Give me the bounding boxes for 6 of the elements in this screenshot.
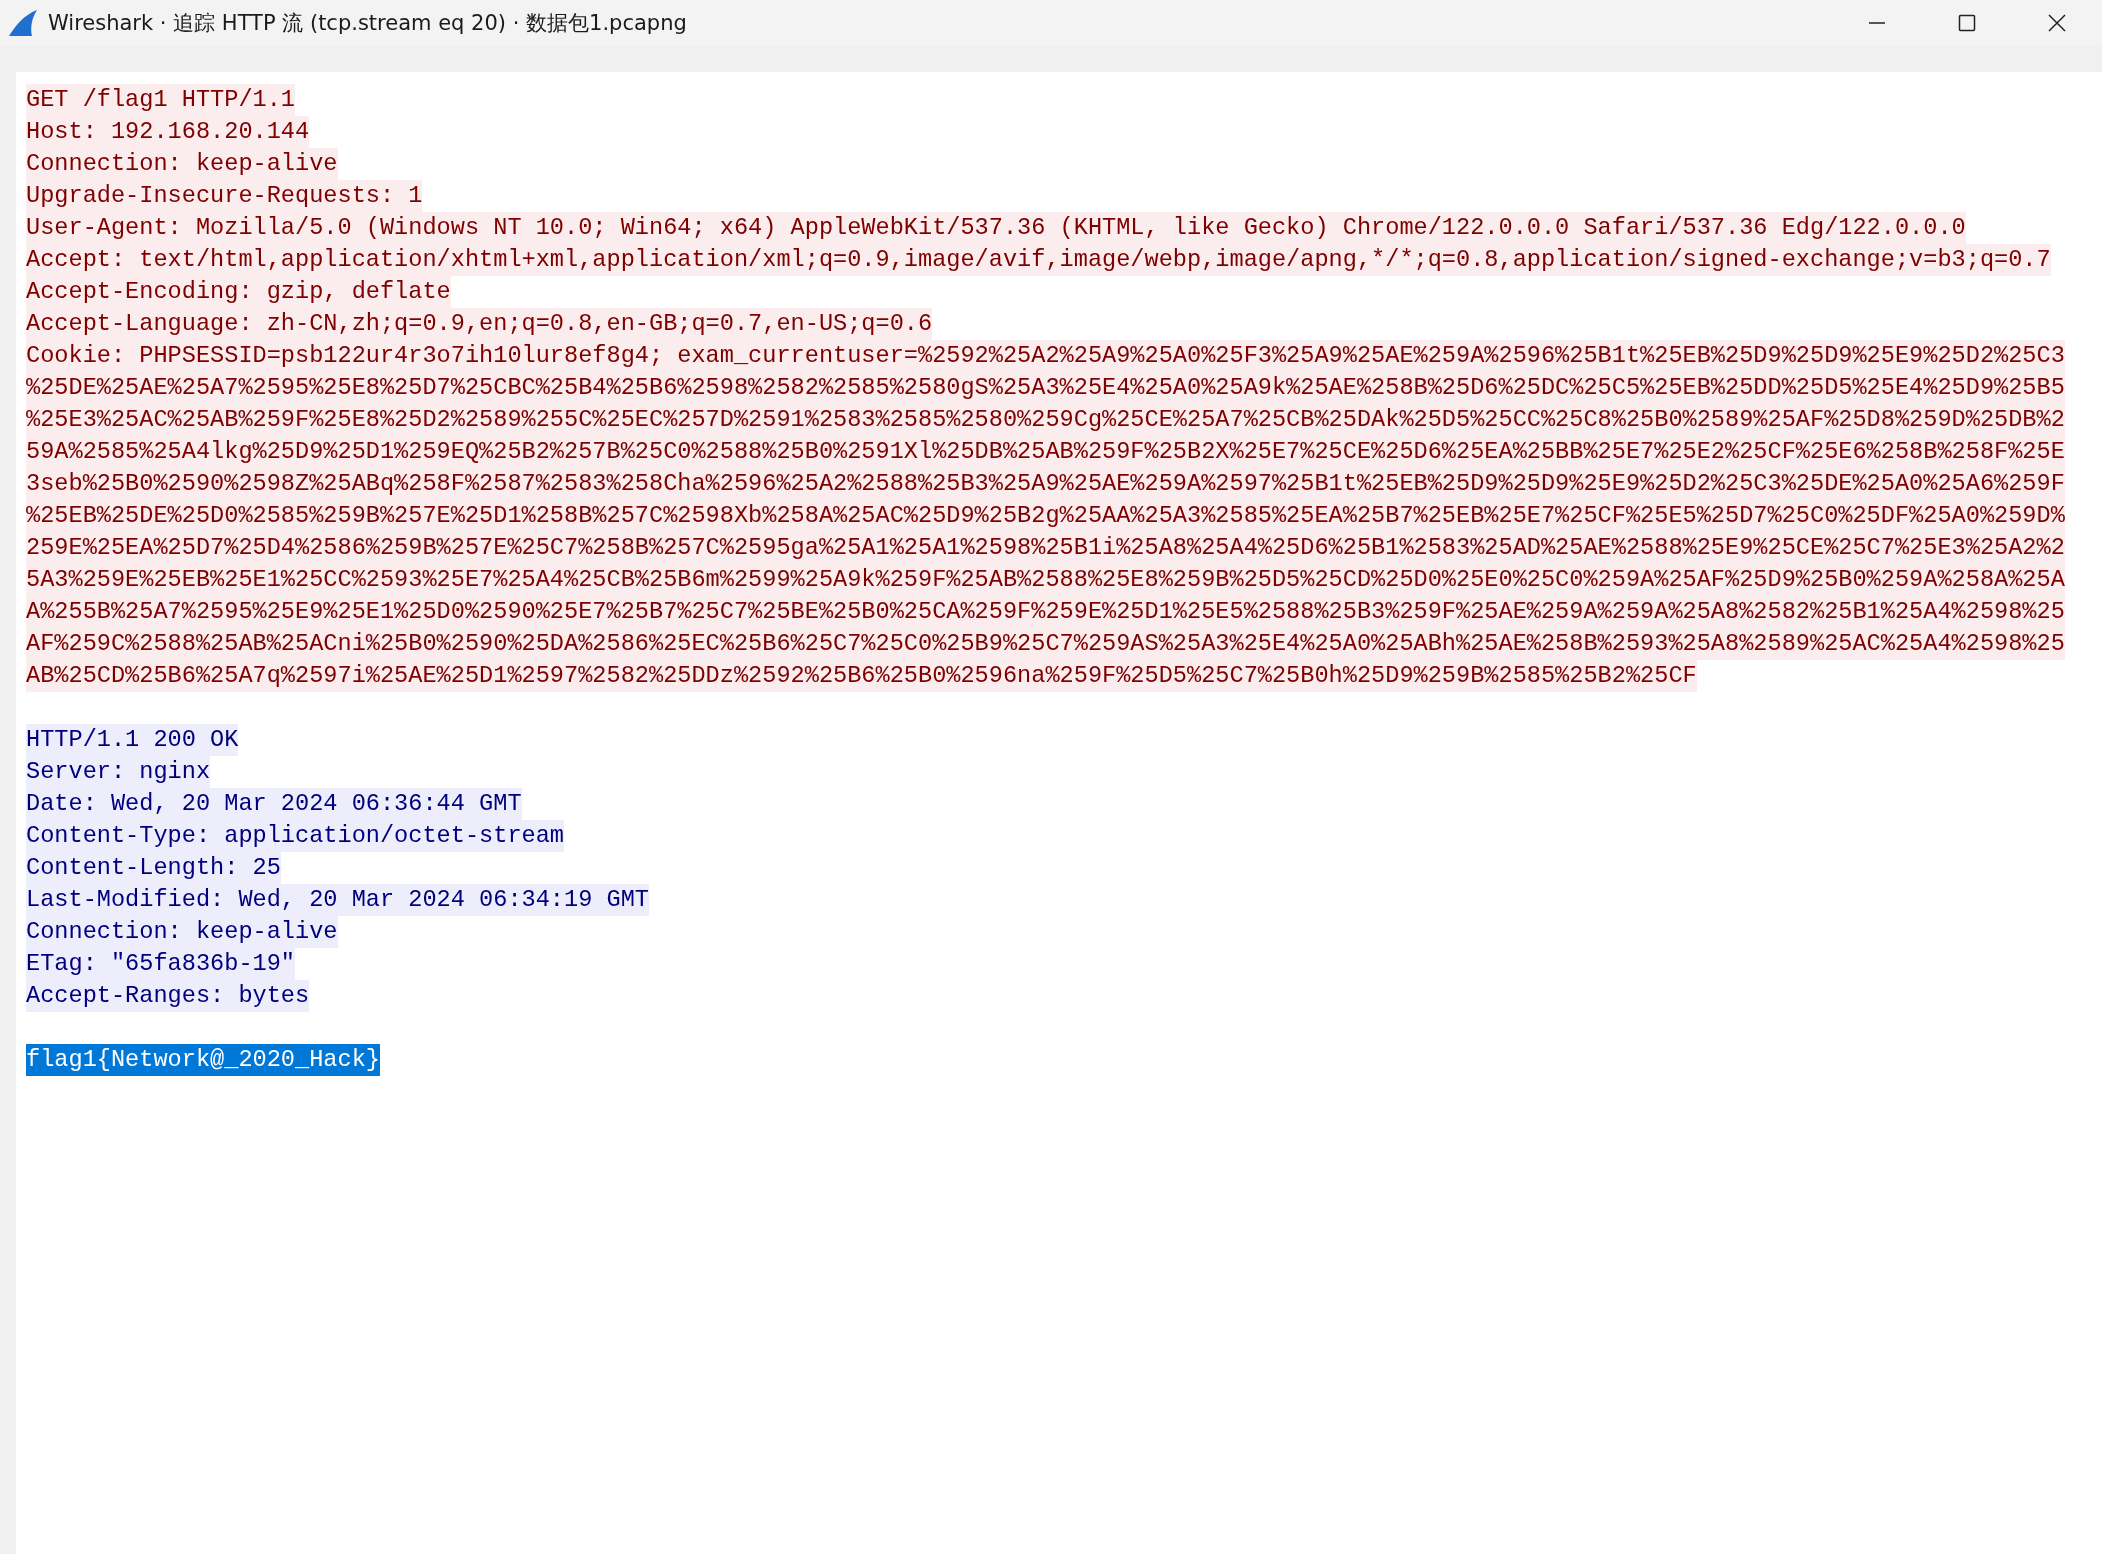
minimize-icon (1869, 22, 1885, 24)
response-body-text: flag1{Network@_2020_Hack} (26, 1044, 380, 1076)
close-icon (2047, 13, 2067, 33)
window-title: Wireshark · 追踪 HTTP 流 (tcp.stream eq 20) · 数据包1.pcapng (48, 10, 688, 37)
shark-fin-icon (8, 9, 38, 37)
maximize-icon (1957, 13, 1977, 33)
